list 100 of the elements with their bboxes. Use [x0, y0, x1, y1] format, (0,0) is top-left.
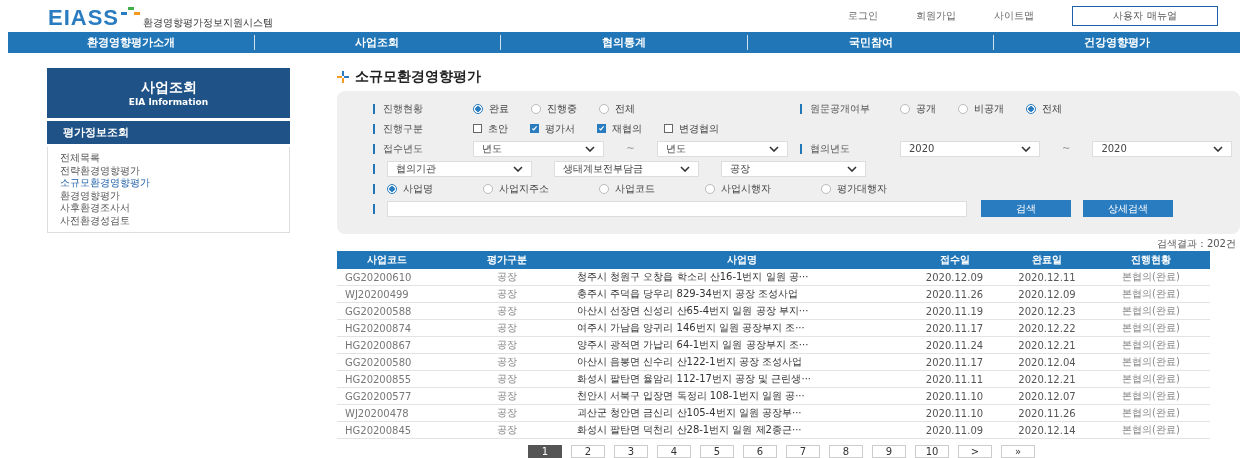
table-cell-text: HG20200874	[344, 322, 412, 334]
table-cell: 공장	[497, 338, 517, 352]
checkbox[interactable]	[664, 124, 673, 133]
radio-button[interactable]	[900, 103, 910, 114]
top-link[interactable]: 사이트맵	[994, 9, 1034, 23]
checkbox[interactable]	[597, 124, 606, 133]
select-field[interactable]: 년도	[473, 140, 605, 157]
select-field[interactable]: 년도	[656, 140, 788, 157]
checkbox[interactable]	[530, 124, 539, 133]
radio-button[interactable]	[599, 183, 609, 194]
page-title: 소규모환경영향평가	[355, 68, 481, 86]
project-link[interactable]: 아산시 선장면 신성리 산65-4번지 일원 공장 부지···	[577, 304, 809, 318]
page-button[interactable]: 6	[743, 445, 777, 458]
radio-button[interactable]	[821, 183, 831, 194]
column-header: 접수일	[939, 253, 970, 267]
radio-button[interactable]	[599, 103, 609, 114]
chevron-icon	[680, 165, 690, 172]
sidebar-item[interactable]: 소규모환경영향평가	[60, 177, 150, 189]
radio-button[interactable]	[958, 103, 968, 114]
project-link[interactable]: 여주시 가남읍 양귀리 146번지 일원 공장부지 조···	[577, 321, 805, 335]
select-field[interactable]: 2020	[900, 140, 1040, 157]
table-cell: 2020.11.10	[925, 390, 984, 402]
page-button[interactable]: 8	[829, 445, 863, 458]
nav-item[interactable]: 국민참여	[746, 35, 994, 50]
table-cell: 2020.12.23	[1018, 305, 1076, 317]
nav-item[interactable]: 건강영향평가	[993, 35, 1240, 50]
option-label: 전체	[615, 101, 635, 116]
table-cell: 본협의(완료)	[1122, 406, 1180, 420]
column-header: 완료일	[1032, 253, 1062, 267]
sidebar-item[interactable]: 사후환경조사서	[60, 202, 130, 214]
nav-item[interactable]: 협의통계	[500, 35, 747, 50]
select-field[interactable]: 공장	[721, 160, 866, 177]
project-link[interactable]: 아산시 음봉면 신수리 산122-1번지 공장 조성사업	[577, 355, 802, 369]
page-button[interactable]: 1	[528, 445, 562, 458]
sidebar-item[interactable]: 전략환경영향평가	[60, 164, 140, 176]
column-header: 평가구분	[487, 253, 527, 267]
sidebar-title: 사업조회	[140, 79, 197, 97]
page-button[interactable]: 2	[571, 445, 605, 458]
page-button[interactable]: 10	[915, 445, 949, 458]
select-field[interactable]: 2020	[1092, 140, 1233, 157]
chevron-icon	[1021, 145, 1031, 152]
table-cell: 2020.12.09	[925, 271, 984, 283]
table-cell: 2020.11.17	[925, 322, 984, 334]
project-link[interactable]: 충주시 주덕읍 당우리 829-34번지 공장 조성사업	[577, 287, 799, 301]
nav-item[interactable]: 환경영향평가소개	[8, 35, 254, 50]
radio-button[interactable]	[1026, 103, 1036, 114]
radio-button[interactable]	[705, 183, 715, 194]
radio-button[interactable]	[531, 103, 541, 114]
option-label: 초안	[488, 121, 508, 136]
sidebar-item[interactable]: 환경영향평가	[60, 189, 120, 201]
select-field[interactable]: 협의기관	[387, 160, 532, 177]
project-link[interactable]: 괴산군 청안면 금신리 산105-4번지 일원 공장부···	[577, 406, 802, 420]
project-link[interactable]: 천안시 서북구 입장면 독정리 108-1번지 일원 공···	[577, 389, 805, 403]
field-label: 진행구분	[373, 123, 461, 134]
search-button[interactable]: 상세검색	[1083, 200, 1173, 217]
project-link[interactable]: 청주시 청원구 오창읍 학소리 산16-1번지 일원 공···	[577, 270, 809, 284]
project-link[interactable]: 화성시 팔탄면 덕천리 산28-1번지 일원 제2종근···	[577, 423, 802, 437]
table-cell: 2020.11.11	[925, 373, 984, 385]
top-link[interactable]: 회원가입	[916, 9, 956, 23]
table-cell-text: HG20200845	[344, 424, 412, 436]
manual-button[interactable]: 사용자 매뉴얼	[1072, 6, 1218, 26]
page-button[interactable]: 9	[872, 445, 906, 458]
select-field[interactable]: 생태계보전부담금	[554, 160, 699, 177]
table-cell: 2020.12.21	[1018, 339, 1076, 351]
table-cell: 공장	[497, 270, 517, 284]
page-button[interactable]: »	[1001, 445, 1035, 458]
logo-text[interactable]: EIASS	[48, 7, 120, 29]
table-cell-text: GG20200588	[344, 305, 412, 317]
search-input[interactable]	[387, 200, 967, 217]
top-link[interactable]: 로그인	[848, 9, 878, 23]
sidebar-item[interactable]: 사전환경성검토	[60, 214, 130, 226]
sidebar-item[interactable]: 전체목록	[60, 152, 100, 164]
table-cell: 2020.12.14	[1018, 424, 1076, 436]
radio-button[interactable]	[387, 183, 397, 194]
page-button[interactable]: >	[958, 445, 992, 458]
field-label: 진행현황	[373, 103, 461, 114]
table-cell: 본협의(완료)	[1122, 372, 1180, 386]
page-button[interactable]: 7	[786, 445, 820, 458]
checkbox[interactable]	[473, 124, 482, 133]
table-cell: 본협의(완료)	[1122, 338, 1180, 352]
table-cell: 2020.12.09	[1018, 288, 1076, 300]
table-cell: 본협의(완료)	[1122, 287, 1180, 301]
project-link[interactable]: 양주시 광적면 가납리 64-1번지 일원 공장부지 조···	[577, 338, 809, 352]
radio-button[interactable]	[483, 183, 493, 194]
table-cell: 공장	[497, 287, 517, 301]
page-button[interactable]: 4	[657, 445, 691, 458]
project-link[interactable]: 화성시 팔탄면 율암리 112-17번지 공장 및 근린생···	[577, 372, 812, 386]
page-button[interactable]: 3	[614, 445, 648, 458]
nav-item[interactable]: 사업조회	[253, 35, 501, 50]
option-label: 평가서	[545, 121, 575, 136]
option-label: 비공개	[974, 101, 1004, 116]
result-count: 검색결과 : 202건	[1157, 237, 1236, 249]
radio-button[interactable]	[473, 103, 483, 114]
table-cell-text: GG20200580	[344, 356, 412, 368]
table-cell-text: GG20200610	[344, 271, 412, 283]
field-label: 협의년도	[800, 143, 888, 154]
page-button[interactable]: 5	[700, 445, 734, 458]
table-cell: 본협의(완료)	[1122, 389, 1180, 403]
search-button[interactable]: 검색	[981, 200, 1071, 217]
logo-squares-icon	[121, 7, 142, 17]
